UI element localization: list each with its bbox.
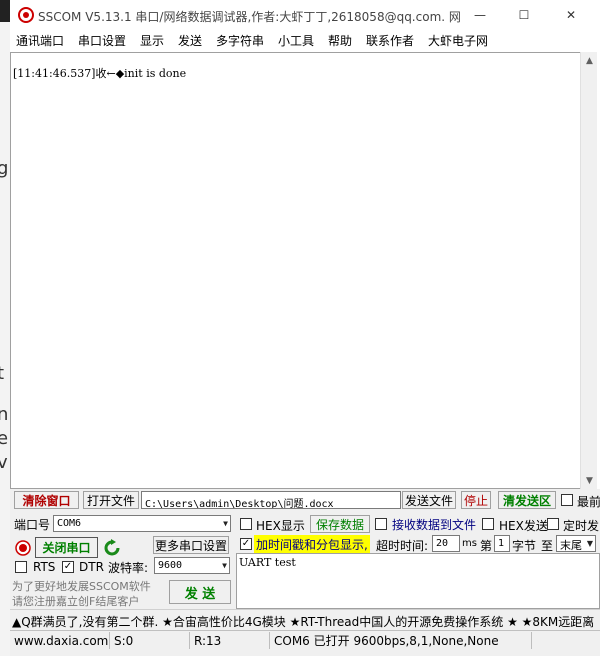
promo-line-2[interactable]: 请您注册嘉立创F结尾客户 [12,593,139,609]
port-select[interactable]: COM6 ▼ [53,515,231,532]
clear-window-button[interactable]: 清除窗口 [14,491,79,509]
open-file-button[interactable]: 打开文件 [83,491,139,509]
receive-scrollbar[interactable]: ▲ ▼ [580,52,597,489]
app-icon [18,7,34,23]
recv-to-file-checkbox[interactable] [375,518,387,530]
minimize-button[interactable]: — [457,0,503,30]
background-dark-edge [0,0,10,22]
background-glyph: t [0,363,5,384]
send-text: UART test [239,556,296,569]
refresh-icon[interactable] [103,539,121,557]
status-recv-count: R:13 [190,632,270,649]
send-file-button[interactable]: 发送文件 [402,491,456,509]
dtr-label: DTR [79,560,104,574]
record-icon[interactable] [15,540,31,556]
chevron-down-icon: ▼ [222,561,227,570]
close-port-button[interactable]: 关闭串口 [35,537,98,558]
recv-to-file-label: 接收数据到文件 [392,518,477,532]
timed-send-label: 定时发 [563,519,600,533]
more-port-settings-button[interactable]: 更多串口设置 [153,536,229,554]
menu-comm-port[interactable]: 通讯端口 [16,32,64,49]
file-path-field[interactable]: C:\Users\admin\Desktop\问题.docx [141,491,401,509]
close-icon: ✕ [565,8,577,22]
menu-contact-author[interactable]: 联系作者 [366,32,414,49]
menu-serial-settings[interactable]: 串口设置 [78,32,126,49]
menu-multi-string[interactable]: 多字符串 [216,32,264,49]
background-window-edge [0,0,10,656]
hex-send-checkbox[interactable] [482,518,494,530]
background-glyph: g [0,158,9,179]
timestamp-label: 加时间戳和分包显示, [254,535,370,554]
clear-send-button[interactable]: 清发送区 [498,491,556,509]
send-button[interactable]: 发 送 [169,580,231,604]
top-most-label: 最前 [577,495,600,509]
menu-help[interactable]: 帮助 [328,32,352,49]
to-label: 至 [541,539,554,553]
hex-send-label: HEX发送 [499,519,548,533]
background-glyph: e [0,428,9,449]
rts-checkbox[interactable] [15,561,27,573]
maximize-button[interactable]: ☐ [501,0,547,30]
save-data-button[interactable]: 保存数据 [310,515,370,533]
menu-display[interactable]: 显示 [140,32,164,49]
rts-label: RTS [33,560,56,574]
close-button[interactable]: ✕ [548,0,594,30]
hex-display-checkbox[interactable] [240,518,252,530]
ms-label: ms [462,538,477,549]
port-label: 端口号 [14,518,51,532]
menu-tools[interactable]: 小工具 [278,32,314,49]
hex-display-label: HEX显示 [256,519,305,533]
scroll-up-icon[interactable]: ▲ [581,52,598,69]
end-select[interactable]: 末尾 ▼ [556,535,596,552]
byte-label: 字节 [512,539,537,553]
baud-select[interactable]: 9600 ▼ [154,557,230,574]
minimize-icon: — [474,8,486,22]
dtr-checkbox[interactable]: ✓ [62,561,74,573]
background-glyph: v [0,452,8,473]
chevron-down-icon: ▼ [223,519,228,528]
menu-send[interactable]: 发送 [178,32,202,49]
timeout-label: 超时时间: [376,539,429,553]
timed-send-checkbox[interactable] [547,518,559,530]
byte-field[interactable]: 1 [494,535,510,552]
receive-area[interactable] [10,52,590,489]
background-glyph: n [0,404,9,425]
status-sent-count: S:0 [110,632,190,649]
receive-log: [11:41:46.537]收←◆init is done [13,67,187,80]
port-select-value: COM6 [57,518,82,529]
chevron-down-icon: ▼ [586,539,593,548]
nth-label: 第 [480,539,493,553]
baud-label: 波特率: [108,561,149,575]
status-website[interactable]: www.daxia.com [10,632,110,649]
timeout-field[interactable]: 20 [432,535,460,552]
maximize-icon: ☐ [518,8,530,22]
window-title: SSCOM V5.13.1 串口/网络数据调试器,作者:大虾丁丁,2618058… [38,10,461,24]
baud-select-value: 9600 [158,560,183,571]
stop-button[interactable]: 停止 [461,491,491,509]
promo-ticker[interactable]: ▲Q群满员了,没有第二个群. ★合宙高性价比4G模块 ★RT-Thread中国人… [10,609,600,631]
promo-line-1[interactable]: 为了更好地发展SSCOM软件 [12,578,151,594]
scroll-down-icon[interactable]: ▼ [581,472,598,489]
menu-daxia-site[interactable]: 大虾电子网 [428,32,488,49]
timestamp-checkbox[interactable]: ✓ [240,538,252,550]
top-most-checkbox[interactable] [561,494,573,506]
end-select-value: 末尾 [560,539,582,552]
status-port-state: COM6 已打开 9600bps,8,1,None,None [270,632,532,649]
